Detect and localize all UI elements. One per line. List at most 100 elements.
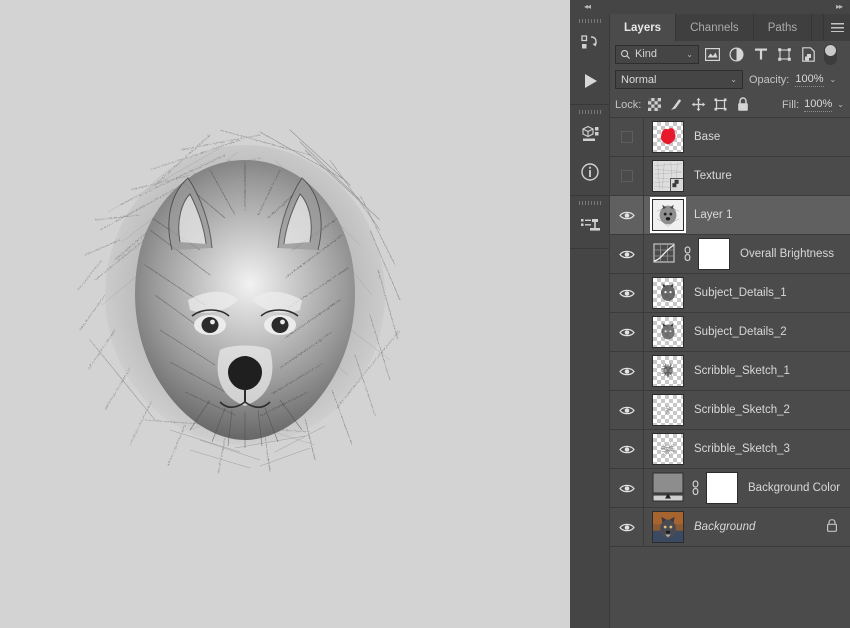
layer-name[interactable]: Base [694, 131, 720, 143]
layer-thumbnail[interactable] [652, 121, 684, 153]
fill-value[interactable]: 100% [804, 98, 833, 112]
layer-list[interactable]: Base Texture Layer 1 Overall Brightness … [610, 117, 850, 628]
layer-thumbnail[interactable] [652, 433, 684, 465]
filter-enable-toggle[interactable] [824, 43, 837, 65]
table-row[interactable]: Layer 1 [610, 196, 850, 235]
visibility-toggle[interactable] [610, 118, 644, 156]
layer-thumbnail-cell[interactable] [644, 160, 684, 192]
layer-thumbnail-cell[interactable] [644, 394, 684, 426]
clone-source-icon[interactable] [570, 206, 610, 244]
table-row[interactable]: Texture [610, 157, 850, 196]
layer-thumbnail-cell[interactable] [644, 511, 684, 543]
layer-name[interactable]: Subject_Details_1 [694, 287, 787, 299]
layer-name[interactable]: Background [694, 521, 755, 533]
smart-object-filter-icon[interactable] [798, 44, 819, 64]
table-row[interactable]: Base [610, 118, 850, 157]
shape-layer-filter-icon[interactable] [774, 44, 795, 64]
table-row[interactable]: Subject_Details_1 [610, 274, 850, 313]
search-icon [621, 49, 631, 59]
mini-dock-strip [570, 14, 610, 628]
table-row[interactable]: Scribble_Sketch_2 [610, 391, 850, 430]
table-row[interactable]: Background [610, 508, 850, 547]
drag-grip-icon[interactable] [570, 14, 609, 24]
eye-off-icon[interactable] [620, 131, 633, 143]
tab-channels[interactable]: Channels [676, 14, 754, 41]
visibility-toggle[interactable] [610, 391, 644, 429]
layer-name[interactable]: Overall Brightness [740, 248, 834, 260]
lock-image-pixels-icon[interactable] [668, 96, 685, 113]
history-icon[interactable] [570, 24, 610, 62]
blend-mode-select[interactable]: Normal ⌄ [615, 70, 743, 89]
table-row[interactable]: Overall Brightness [610, 235, 850, 274]
chevron-down-icon[interactable]: ⌄ [730, 76, 737, 84]
layer-thumbnail-cell[interactable] [644, 471, 738, 506]
visibility-toggle[interactable] [610, 235, 644, 273]
table-row[interactable]: Scribble_Sketch_3 [610, 430, 850, 469]
adjustment-layer-filter-icon[interactable] [726, 44, 747, 64]
lock-icon[interactable] [826, 519, 838, 536]
layer-thumbnail-cell[interactable] [644, 433, 684, 465]
3d-panel-icon[interactable] [570, 115, 610, 153]
eye-off-icon[interactable] [620, 170, 633, 182]
layer-thumbnail-cell[interactable] [644, 316, 684, 348]
lock-all-icon[interactable] [734, 96, 751, 113]
collapse-left-icon[interactable]: ◂◂ [584, 3, 591, 11]
curves-adjustment-icon[interactable] [652, 241, 676, 268]
layer-thumbnail-cell[interactable] [644, 121, 684, 153]
layer-thumbnail-cell[interactable] [644, 277, 684, 309]
tab-layers[interactable]: Layers [610, 14, 677, 41]
visibility-toggle[interactable] [610, 274, 644, 312]
gradient-map-adjustment-icon[interactable] [652, 471, 684, 506]
layer-mask-thumbnail[interactable] [706, 472, 738, 504]
table-row[interactable]: Scribble_Sketch_1 [610, 352, 850, 391]
layer-mask-thumbnail[interactable] [698, 238, 730, 270]
table-row[interactable]: Background Color [610, 469, 850, 508]
lock-transparent-pixels-icon[interactable] [646, 96, 663, 113]
layer-thumbnail-cell[interactable] [644, 238, 730, 270]
layer-thumbnail[interactable] [652, 316, 684, 348]
hamburger-menu-icon[interactable] [824, 14, 850, 41]
layer-thumbnail[interactable] [652, 277, 684, 309]
type-layer-filter-icon[interactable] [750, 44, 771, 64]
tab-paths[interactable]: Paths [753, 14, 813, 41]
layer-thumbnail[interactable] [652, 511, 684, 543]
layer-name[interactable]: Background Color [748, 482, 840, 494]
collapse-right-icon[interactable]: ▸▸ [836, 3, 843, 11]
visibility-toggle[interactable] [610, 469, 644, 507]
lock-artboard-nesting-icon[interactable] [712, 96, 729, 113]
link-mask-icon[interactable] [689, 480, 701, 496]
chevron-down-icon[interactable]: ⌄ [686, 50, 693, 59]
visibility-toggle[interactable] [610, 352, 644, 390]
filter-kind-select[interactable]: Kind ⌄ [615, 44, 699, 64]
info-icon[interactable] [570, 153, 610, 191]
visibility-toggle[interactable] [610, 313, 644, 351]
drag-grip-icon[interactable] [570, 196, 609, 206]
layer-name[interactable]: Scribble_Sketch_3 [694, 443, 790, 455]
visibility-toggle[interactable] [610, 430, 644, 468]
actions-play-icon[interactable] [570, 62, 610, 100]
opacity-value[interactable]: 100% [795, 73, 824, 87]
pixel-layer-filter-icon[interactable] [702, 44, 723, 64]
link-mask-icon[interactable] [681, 246, 693, 262]
visibility-toggle[interactable] [610, 508, 644, 546]
lock-position-icon[interactable] [690, 96, 707, 113]
layer-thumbnail[interactable] [652, 394, 684, 426]
opacity-chevron-down-icon[interactable]: ⌄ [830, 75, 837, 84]
layer-name[interactable]: Scribble_Sketch_2 [694, 404, 790, 416]
layer-name[interactable]: Texture [694, 170, 732, 182]
layer-name[interactable]: Subject_Details_2 [694, 326, 787, 338]
fill-chevron-down-icon[interactable]: ⌄ [837, 100, 844, 109]
layer-thumbnail-cell[interactable] [644, 355, 684, 387]
canvas-area[interactable] [0, 0, 570, 628]
layer-name[interactable]: Scribble_Sketch_1 [694, 365, 790, 377]
drag-grip-icon[interactable] [570, 105, 609, 115]
table-row[interactable]: Subject_Details_2 [610, 313, 850, 352]
layer-thumbnail-cell[interactable] [644, 197, 686, 233]
layer-thumbnail[interactable] [650, 197, 686, 233]
visibility-toggle[interactable] [610, 157, 644, 195]
layer-name[interactable]: Layer 1 [694, 209, 732, 221]
visibility-toggle[interactable] [610, 196, 644, 234]
layer-thumbnail[interactable] [652, 160, 684, 192]
layer-filter-row: Kind ⌄ [610, 41, 850, 67]
layer-thumbnail[interactable] [652, 355, 684, 387]
